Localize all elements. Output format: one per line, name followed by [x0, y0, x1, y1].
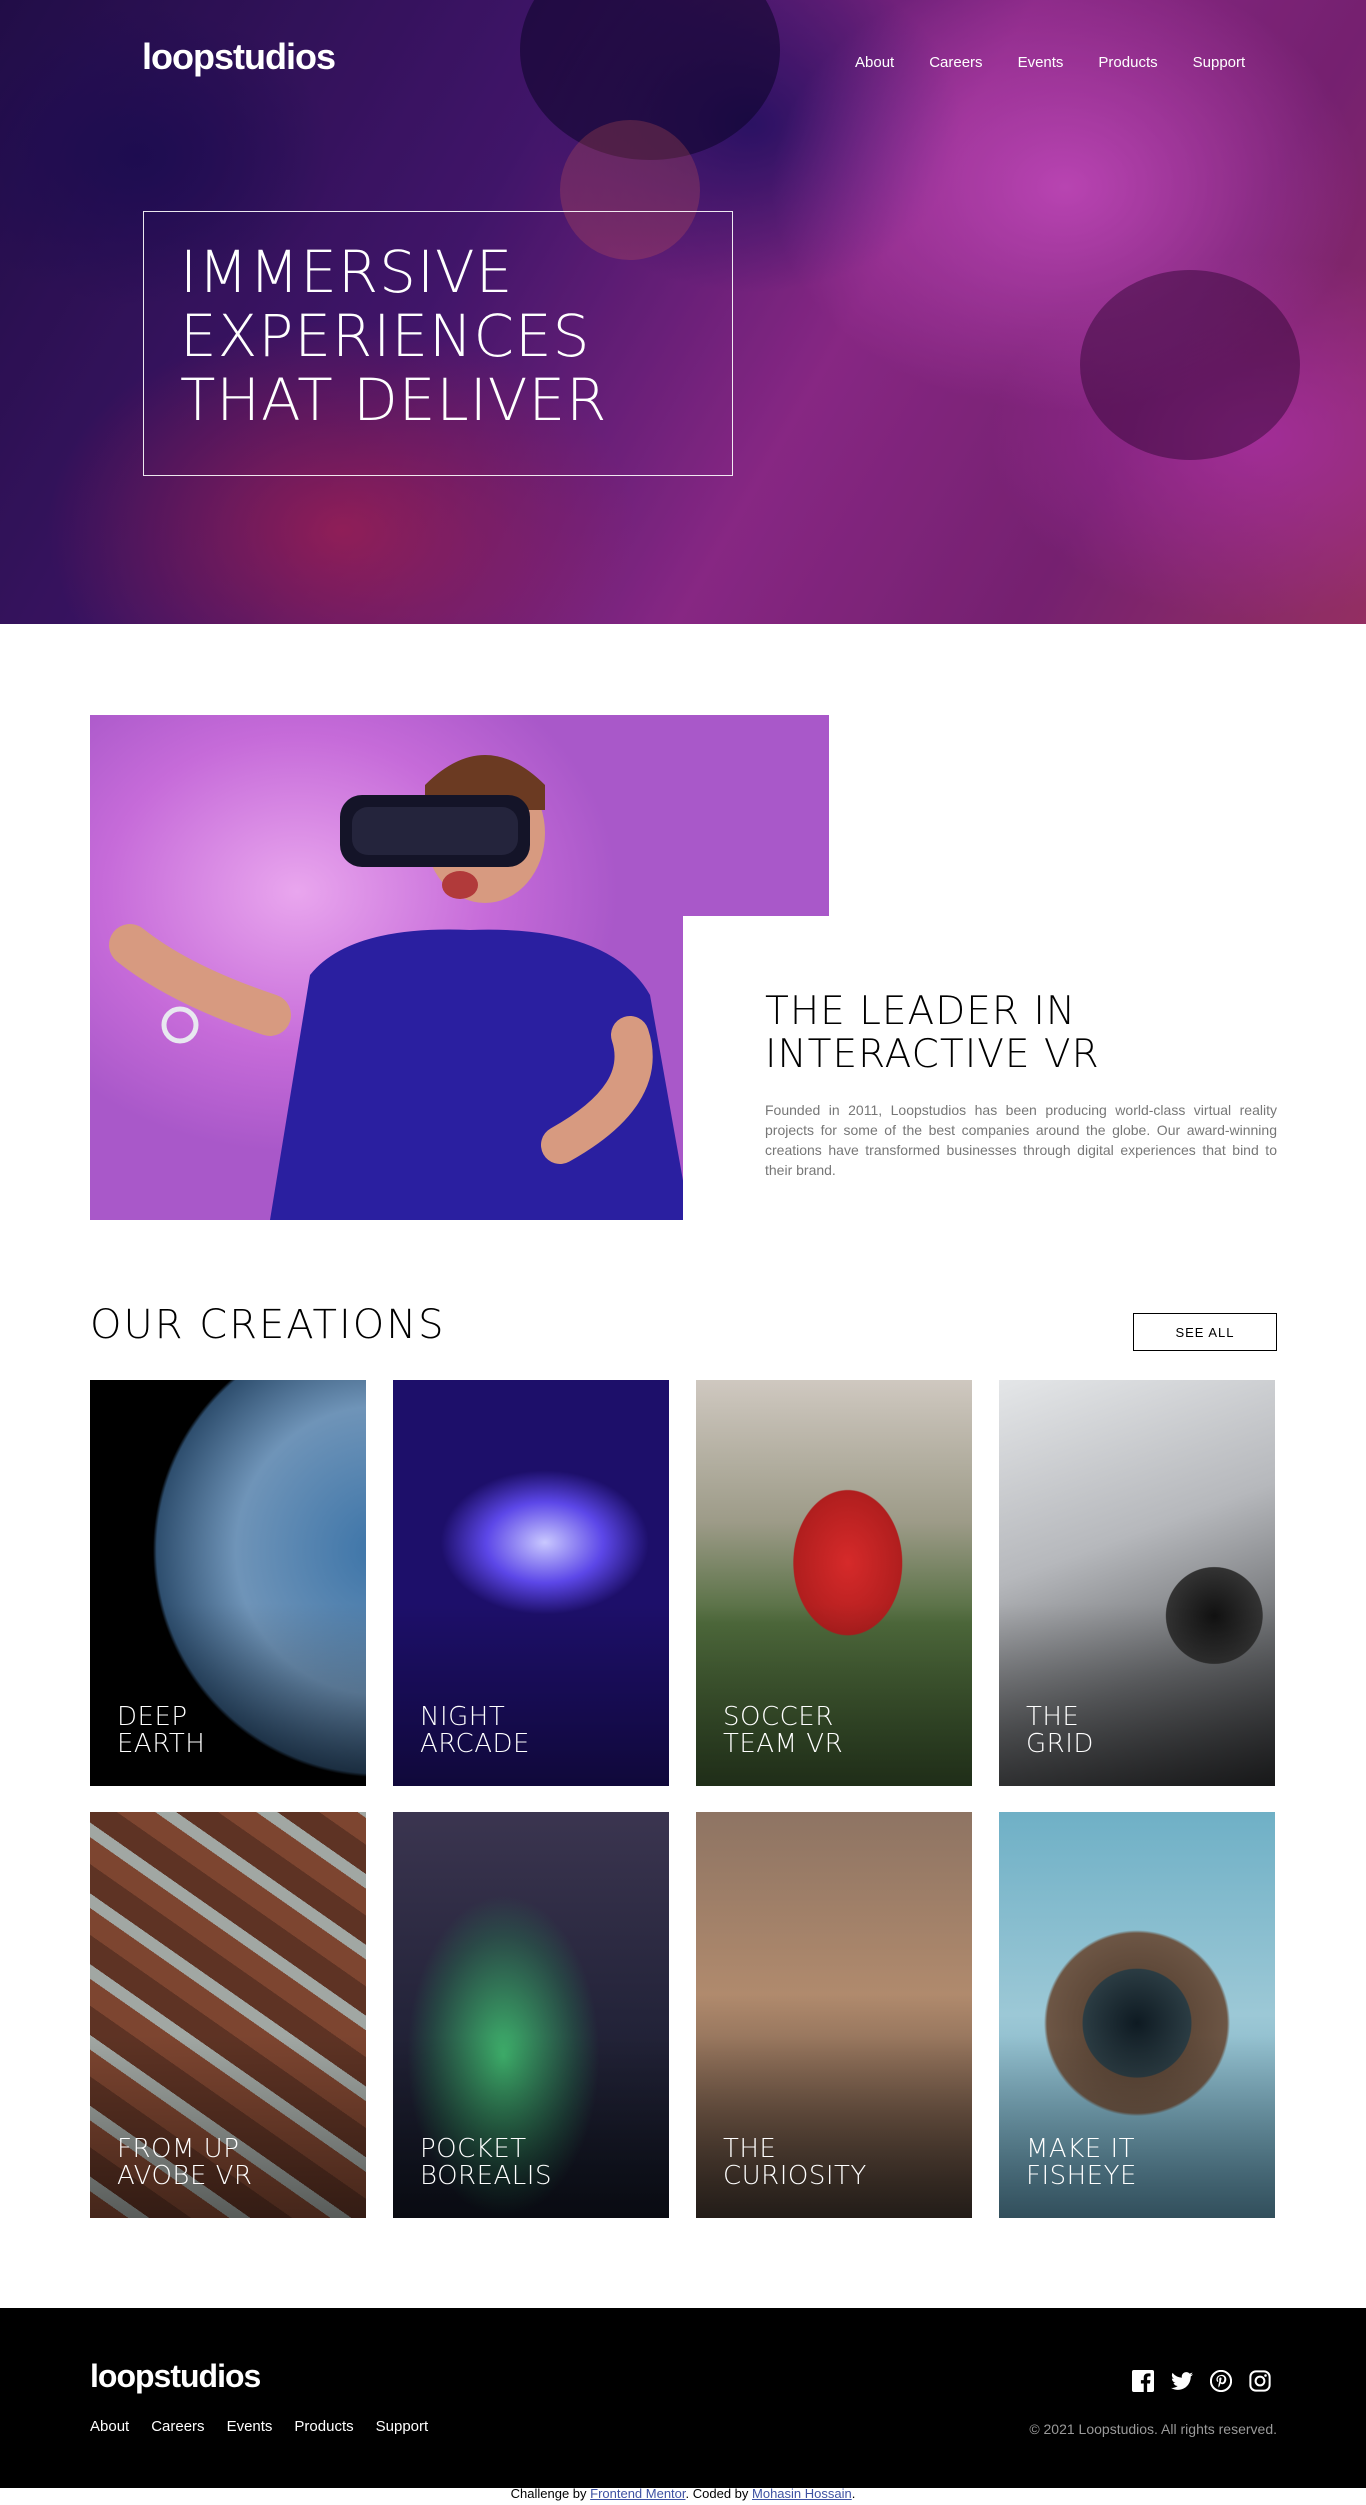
pinterest-icon[interactable] — [1210, 2370, 1232, 2392]
footer-nav-products[interactable]: Products — [294, 2418, 353, 2435]
attribution-suffix: . — [851, 2486, 856, 2501]
creation-card-deep-earth[interactable]: DEEP EARTH — [90, 1380, 366, 1786]
creation-label: DEEP EARTH — [117, 1702, 206, 1759]
see-all-button[interactable]: SEE ALL — [1133, 1313, 1277, 1351]
attribution-middle: . Coded by — [685, 2486, 753, 2501]
creation-label: FROM UP AVOBE VR — [117, 2134, 253, 2191]
creation-card-night-arcade[interactable]: NIGHT ARCADE — [393, 1380, 669, 1786]
nav-support[interactable]: Support — [1193, 54, 1246, 71]
creation-card-make-it-fisheye[interactable]: MAKE IT FISHEYE — [999, 1812, 1275, 2218]
creation-card-the-grid[interactable]: THE GRID — [999, 1380, 1275, 1786]
twitter-icon[interactable] — [1171, 2370, 1193, 2392]
intro-title: THE LEADER IN INTERACTIVE VR — [765, 989, 1100, 1077]
intro-text: Founded in 2011, Loopstudios has been pr… — [765, 1102, 1277, 1178]
hero-bg-shape — [520, 0, 780, 160]
creation-label: THE GRID — [1026, 1702, 1094, 1759]
hero-bg-shape — [1080, 270, 1300, 460]
creation-label: MAKE IT FISHEYE — [1026, 2134, 1137, 2191]
creation-card-from-up-above-vr[interactable]: FROM UP AVOBE VR — [90, 1812, 366, 2218]
author-link[interactable]: Mohasin Hossain — [752, 2486, 852, 2501]
creation-label: NIGHT ARCADE — [420, 1702, 530, 1759]
frontend-mentor-link[interactable]: Frontend Mentor — [590, 2486, 685, 2501]
creations-title: OUR CREATIONS — [90, 1302, 446, 1348]
facebook-icon[interactable] — [1132, 2370, 1154, 2392]
creation-label: THE CURIOSITY — [723, 2134, 867, 2191]
creation-label: SOCCER TEAM VR — [723, 1702, 844, 1759]
footer-nav-support[interactable]: Support — [376, 2418, 429, 2435]
footer-nav: About Careers Events Products Support — [90, 2418, 450, 2435]
main-nav: About Careers Events Products Support — [855, 54, 1280, 71]
attribution-prefix: Challenge by — [510, 2486, 591, 2501]
copyright-text: © 2021 Loopstudios. All rights reserved. — [1029, 2421, 1277, 2437]
hero-title: IMMERSIVE EXPERIENCES THAT DELIVER — [180, 238, 608, 434]
creation-card-soccer-team-vr[interactable]: SOCCER TEAM VR — [696, 1380, 972, 1786]
footer-nav-careers[interactable]: Careers — [151, 2418, 204, 2435]
footer-logo[interactable]: loopstudios — [90, 2358, 261, 2395]
site-footer: loopstudios About Careers Events Product… — [0, 2308, 1366, 2488]
creation-card-the-curiosity[interactable]: THE CURIOSITY — [696, 1812, 972, 2218]
nav-events[interactable]: Events — [1018, 54, 1064, 71]
nav-about[interactable]: About — [855, 54, 894, 71]
creation-label: POCKET BOREALIS — [420, 2134, 552, 2191]
hero-title-box: IMMERSIVE EXPERIENCES THAT DELIVER — [143, 211, 733, 476]
site-logo[interactable]: loopstudios — [142, 36, 336, 78]
nav-products[interactable]: Products — [1098, 54, 1157, 71]
social-links — [1132, 2370, 1271, 2392]
footer-nav-events[interactable]: Events — [227, 2418, 273, 2435]
nav-careers[interactable]: Careers — [929, 54, 982, 71]
instagram-icon[interactable] — [1249, 2370, 1271, 2392]
attribution: Challenge by Frontend Mentor. Coded by M… — [0, 2486, 1366, 2501]
footer-nav-about[interactable]: About — [90, 2418, 129, 2435]
creation-card-pocket-borealis[interactable]: POCKET BOREALIS — [393, 1812, 669, 2218]
